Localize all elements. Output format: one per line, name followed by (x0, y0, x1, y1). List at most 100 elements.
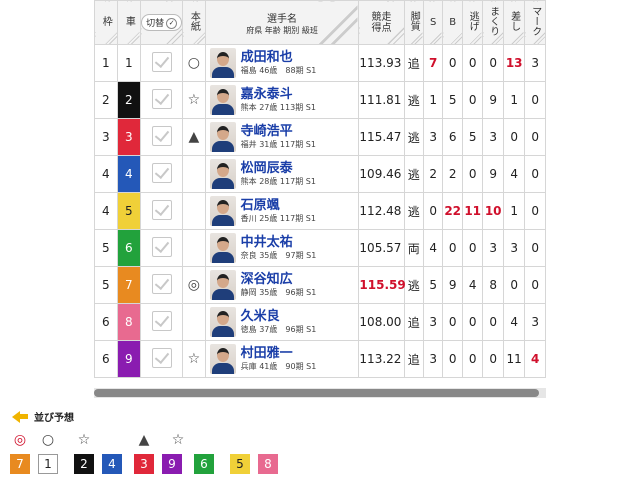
car-number-badge: 4 (117, 156, 141, 192)
scrollbar-thumb[interactable] (94, 389, 539, 397)
kiri-cell (140, 81, 184, 119)
car-number-badge: 7 (117, 267, 141, 303)
header-nige[interactable]: 逃げ (461, 0, 484, 45)
b-cell: 0 (442, 229, 463, 267)
hon-cell: ☆ (182, 81, 206, 119)
table-row: 4 4 松岡辰泰 熊本 28歳 117期 S1 109.46 逃 2 2 0 9… (94, 155, 546, 193)
sashi-cell: 1 (502, 81, 526, 119)
prediction-car-badge: 1 (38, 454, 58, 474)
rider-profile: 奈良 35歳 97期 S1 (240, 251, 317, 260)
select-checkbox[interactable] (151, 51, 172, 72)
sashi-cell: 3 (502, 229, 526, 267)
makuri-cell: 0 (482, 44, 504, 82)
b-cell: 0 (442, 44, 463, 82)
rider-name-link[interactable]: 石原颯 (241, 198, 316, 213)
avatar (209, 196, 236, 226)
kyaku-cell: 逃 (403, 155, 424, 193)
rider-profile: 福島 46歳 88期 S1 (240, 66, 317, 75)
car-number-cell: 1 (116, 44, 142, 82)
header-rider-sub: 府県 年齢 期別 級班 (246, 25, 318, 35)
waku-cell: 4 (94, 155, 118, 193)
kiri-cell (140, 192, 184, 230)
select-checkbox[interactable] (151, 236, 172, 257)
select-checkbox[interactable] (151, 347, 172, 368)
header-b[interactable]: B (442, 0, 463, 45)
car-number-cell: 7 (116, 266, 142, 304)
sashi-cell: 0 (502, 118, 526, 156)
rider-cell: 石原颯 香川 25歳 117期 S1 (204, 192, 360, 230)
horizontal-scrollbar[interactable] (94, 388, 546, 398)
b-cell: 0 (442, 303, 463, 341)
prediction-mark: ☆ (171, 432, 185, 448)
avatar (209, 48, 236, 78)
rider-cell: 嘉永泰斗 熊本 27歳 113期 S1 (204, 81, 360, 119)
s-cell: 3 (422, 340, 444, 378)
header-mark[interactable]: マーク (524, 0, 546, 45)
select-checkbox[interactable] (151, 199, 172, 220)
hon-cell (182, 192, 206, 230)
header-rider[interactable]: 選手名 府県 年齢 期別 級班 (204, 0, 360, 45)
rider-cell: 久米良 徳島 37歳 96期 S1 (204, 303, 360, 341)
hon-cell (182, 303, 206, 341)
table-row: 2 2 ☆ 嘉永泰斗 熊本 27歳 113期 S1 111.81 逃 1 5 0… (94, 81, 546, 119)
header-sashi[interactable]: 差し (502, 0, 526, 45)
rider-name-link[interactable]: 村田雅一 (241, 346, 317, 361)
prediction-mark: ☆ (187, 92, 201, 108)
mark-cell: 0 (524, 266, 546, 304)
mark-cell: 0 (524, 118, 546, 156)
rider-name-link[interactable]: 嘉永泰斗 (241, 87, 316, 102)
header-makuri[interactable]: まくり (482, 0, 504, 45)
kiri-cell (140, 303, 184, 341)
makuri-cell: 10 (482, 192, 504, 230)
s-cell: 3 (422, 118, 444, 156)
b-cell: 0 (442, 340, 463, 378)
rider-name-link[interactable]: 久米良 (241, 309, 317, 324)
select-checkbox[interactable] (151, 125, 172, 146)
prediction-mark: ○ (41, 432, 55, 448)
rider-name-link[interactable]: 深谷知広 (241, 272, 317, 287)
nige-cell: 0 (461, 44, 484, 82)
prediction-mark: ▲ (138, 432, 150, 448)
rider-cell: 中井太祐 奈良 35歳 97期 S1 (204, 229, 360, 267)
rider-name-link[interactable]: 松岡辰泰 (241, 161, 316, 176)
car-number-badge: 8 (117, 304, 141, 340)
kyaku-cell: 両 (403, 229, 424, 267)
table-row: 5 7 ◎ 深谷知広 静岡 35歳 96期 S1 115.59 逃 5 9 4 … (94, 266, 546, 304)
header-s[interactable]: S (422, 0, 444, 45)
table-header-row: 枠 車 切替 ✓ 本紙 選手名 府県 年齢 期別 級班 競走得点 脚質 S B 逃… (94, 0, 546, 45)
header-hon[interactable]: 本紙 (182, 0, 206, 45)
s-cell: 7 (422, 44, 444, 82)
rider-profile: 熊本 27歳 113期 S1 (240, 103, 316, 112)
header-kyaku[interactable]: 脚質 (403, 0, 424, 45)
header-tok[interactable]: 競走得点 (358, 0, 405, 45)
kyaku-cell: 逃 (403, 266, 424, 304)
kiri-toggle-button[interactable]: 切替 ✓ (141, 14, 183, 31)
header-waku[interactable]: 枠 (94, 0, 118, 45)
rider-name-link[interactable]: 成田和也 (241, 50, 317, 65)
hon-cell: ○ (182, 44, 206, 82)
nige-cell: 5 (461, 118, 484, 156)
makuri-cell: 3 (482, 229, 504, 267)
prediction-title: 並び予想 (34, 413, 74, 424)
select-checkbox[interactable] (151, 310, 172, 331)
kyaku-cell: 逃 (403, 81, 424, 119)
select-checkbox[interactable] (151, 273, 172, 294)
car-number-badge: 5 (117, 193, 141, 229)
makuri-cell: 8 (482, 266, 504, 304)
rider-name-link[interactable]: 寺崎浩平 (241, 124, 316, 139)
car-number-cell: 9 (116, 340, 142, 378)
car-number-badge: 3 (117, 119, 141, 155)
rider-cell: 深谷知広 静岡 35歳 96期 S1 (204, 266, 360, 304)
b-cell: 9 (442, 266, 463, 304)
rider-name-link[interactable]: 中井太祐 (241, 235, 317, 250)
makuri-cell: 3 (482, 118, 504, 156)
prediction-mark: ◎ (187, 277, 200, 293)
select-checkbox[interactable] (151, 162, 172, 183)
avatar (209, 270, 236, 300)
mark-cell: 3 (524, 303, 546, 341)
select-checkbox[interactable] (151, 88, 172, 109)
header-sha[interactable]: 車 (116, 0, 142, 45)
mark-cell: 4 (524, 340, 546, 378)
s-cell: 0 (422, 192, 444, 230)
waku-cell: 1 (94, 44, 118, 82)
